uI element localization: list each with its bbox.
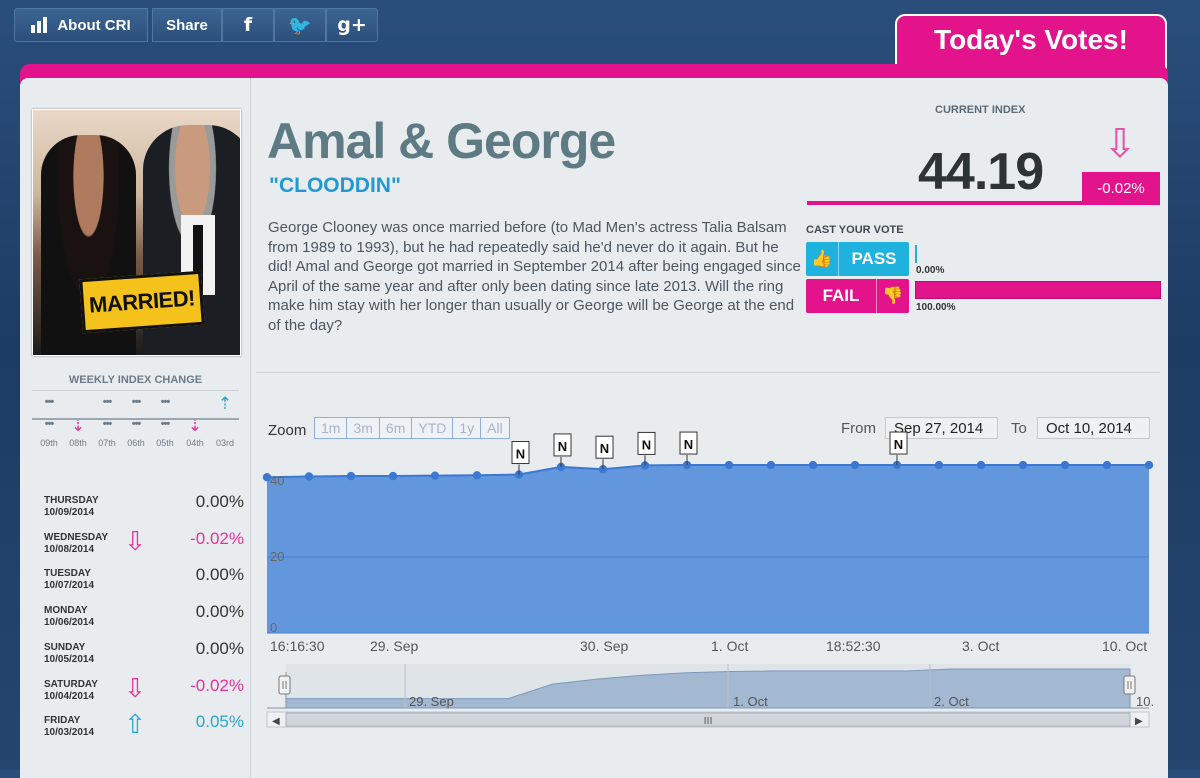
chart-point	[1102, 460, 1112, 470]
chart-flag-label: N	[558, 439, 567, 454]
chart-x-tick-label: 10. Oct	[1102, 638, 1147, 654]
navigator-handle[interactable]	[278, 675, 291, 695]
navigator-handle[interactable]	[1123, 675, 1136, 695]
chart-flag-label: N	[684, 437, 693, 452]
chart-x-tick-label: 18:52:30	[826, 638, 881, 654]
chart-area-fill	[267, 465, 1149, 633]
navigator-label: 2. Oct	[934, 694, 969, 709]
chart-point	[850, 460, 860, 470]
chart-y-tick-label: 40	[270, 473, 284, 488]
chart-y-tick-label: 20	[270, 549, 284, 564]
chart-x-tick-label: 3. Oct	[962, 638, 999, 654]
navigator-label: 29. Sep	[409, 694, 454, 709]
chart-point	[1018, 460, 1028, 470]
chart-flag-label: N	[642, 437, 651, 452]
chart-x-tick-label: 30. Sep	[580, 638, 628, 654]
chart-point	[808, 460, 818, 470]
chart-point	[388, 471, 398, 481]
scrollbar-grip-icon: III	[704, 716, 713, 727]
chart-flag-label: N	[894, 437, 903, 452]
chart-point	[724, 460, 734, 470]
chart-x-tick-label: 16:16:30	[270, 638, 325, 654]
chart-flag-label: N	[600, 441, 609, 456]
chart-x-tick-label: 1. Oct	[711, 638, 748, 654]
navigator-label: 10.	[1136, 694, 1154, 709]
chart-point	[430, 471, 440, 480]
chart-point	[472, 471, 482, 480]
chart-point	[346, 471, 356, 481]
index-chart[interactable]: 0 20 40 N N N N N N 16:16:30 29. Sep 30. Sep 1. Oct 1…	[0, 0, 1200, 770]
chart-point	[1144, 460, 1154, 470]
chart-point	[304, 472, 314, 481]
chart-flag-label: N	[516, 447, 525, 462]
chart-point	[976, 460, 986, 470]
navigator-label: 1. Oct	[733, 694, 768, 709]
scroll-right-icon[interactable]: ▶	[1135, 716, 1143, 727]
chart-point	[934, 460, 944, 470]
chart-point	[1060, 460, 1070, 470]
chart-y-tick-label: 0	[270, 620, 277, 635]
chart-x-tick-label: 29. Sep	[370, 638, 418, 654]
scroll-left-icon[interactable]: ◀	[272, 716, 280, 727]
chart-point	[766, 460, 776, 470]
